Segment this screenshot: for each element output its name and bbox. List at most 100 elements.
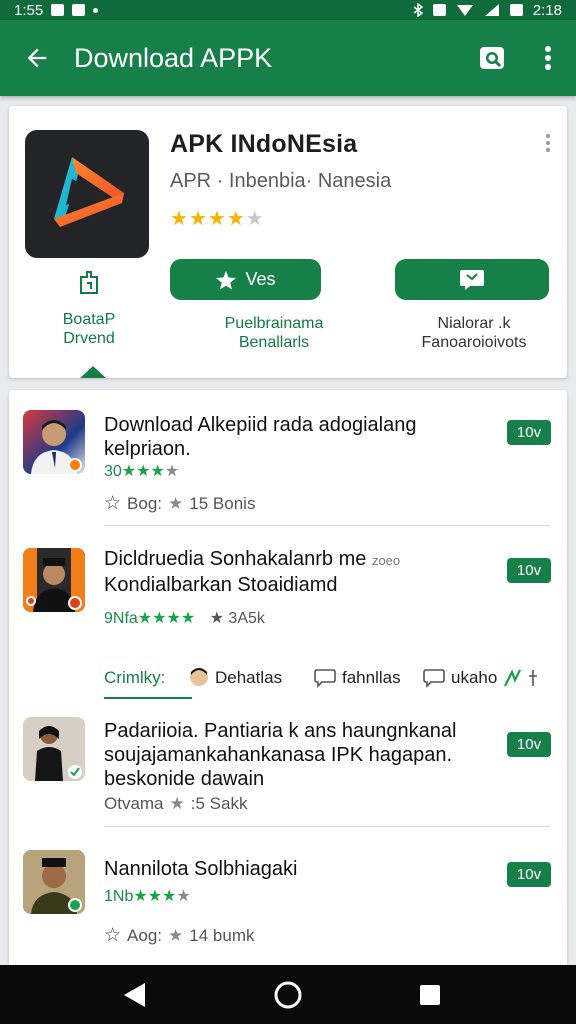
vote-button[interactable]: Ves [170, 259, 321, 300]
filter-comments[interactable]: fahnllas [314, 668, 401, 688]
tab-label: Puelbrainama [224, 315, 324, 332]
divider [104, 525, 550, 526]
star-outline-icon: ☆ [104, 925, 122, 946]
app-detail-card: APK INdoNEsia APR · Inbenbia· Nanesia ★★… [9, 106, 567, 378]
tab-reviews[interactable]: Nialorar .k Fanoaroioivots [404, 314, 544, 352]
status-clock: 2:18 [532, 1, 562, 19]
notification-icon [72, 4, 86, 16]
person-avatar-icon [190, 668, 208, 686]
bluetooth-icon [413, 3, 423, 17]
meta-label: Bog: [127, 493, 163, 513]
overflow-menu-button[interactable] [520, 20, 576, 96]
active-filter-underline [104, 697, 192, 699]
app-subtitle: APR · Inbenbia· Nanesia [170, 170, 392, 192]
version-badge[interactable]: 10v [507, 558, 551, 583]
status-bar: 1:55 2:18 [0, 0, 576, 20]
star-icon: ★ [226, 208, 246, 230]
list-item[interactable]: Download Alkepiid rada adogialang kelpri… [9, 390, 567, 530]
divider [104, 826, 550, 827]
meta-value: :5 Sakk [190, 794, 248, 813]
rating-label: 9Nfa [104, 610, 138, 627]
meta-value: 14 bumk [189, 925, 255, 945]
app-rating-stars: ★★★★★ [170, 206, 265, 231]
search-icon [480, 47, 504, 69]
signal-icon [484, 4, 499, 16]
avatar [23, 410, 85, 474]
list-item[interactable]: Dicldruedia Sonhakalanrb me zoeo Kondial… [9, 530, 567, 654]
meta-value: 15 Bonis [189, 493, 256, 513]
filter-share[interactable]: ukaho [423, 668, 539, 688]
message-button[interactable] [395, 259, 549, 300]
person-photo [23, 548, 85, 612]
item-rating: 30★★★★ [104, 463, 180, 480]
tab-indicator [80, 366, 106, 378]
reply-icon [423, 669, 445, 688]
star-outline-icon: ☆ [104, 493, 122, 514]
filter-label: fahnllas [342, 668, 401, 687]
person-photo [23, 717, 85, 781]
meta-label: Aog: [127, 925, 163, 945]
version-badge[interactable]: 10v [507, 732, 551, 757]
version-badge[interactable]: 10v [507, 862, 551, 887]
more-vert-icon [545, 46, 551, 70]
star-icon: ★ [207, 208, 227, 230]
page-title: Download APPK [74, 42, 273, 73]
item-title: Download Alkepiid rada adogialang kelpri… [104, 414, 417, 460]
list-item[interactable]: Padariioia. Pantiaria k ans haungnkanal … [9, 702, 567, 840]
app-bar: Download APPK [0, 20, 576, 96]
star-empty-icon: ★ [245, 208, 265, 230]
back-triangle-icon [124, 983, 145, 1007]
meta-value: 3A5k [228, 610, 265, 627]
item-title-small: zoeo [371, 553, 401, 568]
person-photo [23, 850, 85, 914]
dot-icon [93, 7, 99, 13]
avatar [23, 548, 85, 612]
comment-icon [314, 669, 336, 688]
app-logo[interactable] [25, 130, 149, 258]
tab-bookmark[interactable]: BoataP Drvend [39, 269, 139, 348]
tab-label: Benallarls [238, 334, 310, 351]
item-meta: ☆ Bog: ★ 15 Bonis [104, 492, 255, 515]
list-item[interactable]: Nannilota Solbhiagaki 1Nb★★★★ ☆ Aog: ★ 1… [9, 840, 567, 970]
filter-label: ukaho [451, 668, 498, 687]
recents-square-icon [420, 985, 440, 1005]
tab-label: Fanoaroioivots [421, 334, 527, 351]
home-circle-icon [274, 981, 302, 1009]
star-icon: ★ [170, 208, 189, 230]
nav-back-button[interactable] [118, 979, 150, 1011]
tab-label: BoataP [62, 311, 116, 328]
star-icon: ★ [168, 493, 184, 513]
tab-label: Nialorar .k [437, 315, 511, 332]
filter-row: Crimlky: Dehatlas fahnllas ukaho [9, 656, 567, 700]
more-icon [529, 670, 538, 686]
back-arrow-icon [27, 48, 47, 68]
item-title: Nannilota Solbhiagaki [104, 858, 298, 880]
star-icon [216, 270, 237, 289]
system-nav-bar [0, 965, 576, 1024]
battery-icon [509, 4, 523, 16]
item-meta: Otvama ★ :5 Sakk [104, 794, 248, 813]
rating-label: 1Nb [104, 888, 134, 905]
avatar [23, 717, 85, 781]
filter-details[interactable]: Dehatlas [189, 667, 282, 689]
app-name: APK INdoNEsia [170, 130, 358, 158]
play-triangle-logo [54, 157, 124, 227]
version-badge[interactable]: 10v [507, 420, 551, 445]
meta-label: Otvama [104, 794, 164, 813]
notification-icon [51, 4, 65, 16]
nav-recents-button[interactable] [414, 979, 446, 1011]
filter-community[interactable]: Crimlky: [104, 668, 165, 688]
trend-icon [504, 669, 522, 687]
item-meta: ☆ Aog: ★ 14 bumk [104, 925, 255, 946]
tab-details[interactable]: Puelbrainama Benallarls [209, 314, 339, 352]
card-menu-button[interactable] [543, 134, 553, 154]
item-title: Dicldruedia Sonhakalanrb me zoeo Kondial… [104, 547, 504, 597]
search-button[interactable] [464, 20, 520, 96]
avatar [23, 850, 85, 914]
status-time: 1:55 [14, 1, 44, 19]
nav-home-button[interactable] [272, 979, 304, 1011]
back-button[interactable] [0, 20, 74, 96]
star-icon: ★ [188, 208, 208, 230]
rating-label: 30 [104, 463, 122, 480]
wifi-icon [456, 5, 473, 16]
